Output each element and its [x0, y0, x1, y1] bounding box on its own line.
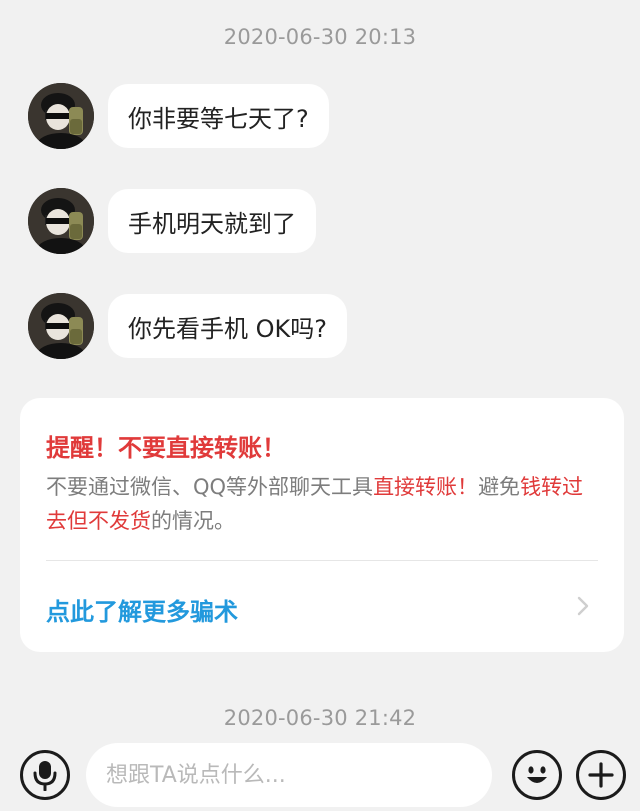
emoji-button[interactable] [512, 750, 562, 800]
message-input[interactable] [86, 743, 492, 807]
chevron-right-icon[interactable] [572, 594, 594, 618]
plus-icon [588, 762, 614, 788]
divider [46, 560, 598, 561]
avatar[interactable] [28, 83, 94, 149]
voice-input-button[interactable] [20, 750, 70, 800]
message-row: 手机明天就到了 [28, 188, 316, 254]
message-bubble[interactable]: 你先看手机 OK吗? [108, 294, 347, 358]
warning-title: 提醒！不要直接转账！ [46, 434, 286, 462]
warning-body: 不要通过微信、QQ等外部聊天工具直接转账！避免钱转过去但不发货的情况。 [46, 470, 591, 538]
message-row: 你先看手机 OK吗? [28, 293, 347, 359]
avatar[interactable] [28, 293, 94, 359]
chat-input-bar [0, 740, 640, 811]
chat-timestamp: 2020-06-30 20:13 [223, 25, 417, 49]
warning-text: 的情况。 [151, 509, 235, 533]
warning-text: 不要通过微信、QQ等外部聊天工具 [46, 475, 374, 499]
microphone-icon [33, 761, 57, 791]
safety-warning-card: 提醒！不要直接转账！ 不要通过微信、QQ等外部聊天工具直接转账！避免钱转过去但不… [20, 398, 624, 652]
learn-more-scams-link[interactable]: 点此了解更多骗术 [46, 592, 238, 627]
warning-text: 避免 [478, 475, 521, 499]
chat-timestamp: 2020-06-30 21:42 [223, 706, 417, 730]
warning-highlight: 直接转账！ [373, 475, 479, 499]
more-actions-button[interactable] [576, 750, 626, 800]
message-row: 你非要等七天了? [28, 83, 329, 149]
smiley-icon [527, 766, 547, 783]
message-bubble[interactable]: 你非要等七天了? [108, 84, 329, 148]
message-bubble[interactable]: 手机明天就到了 [108, 189, 316, 253]
avatar[interactable] [28, 188, 94, 254]
